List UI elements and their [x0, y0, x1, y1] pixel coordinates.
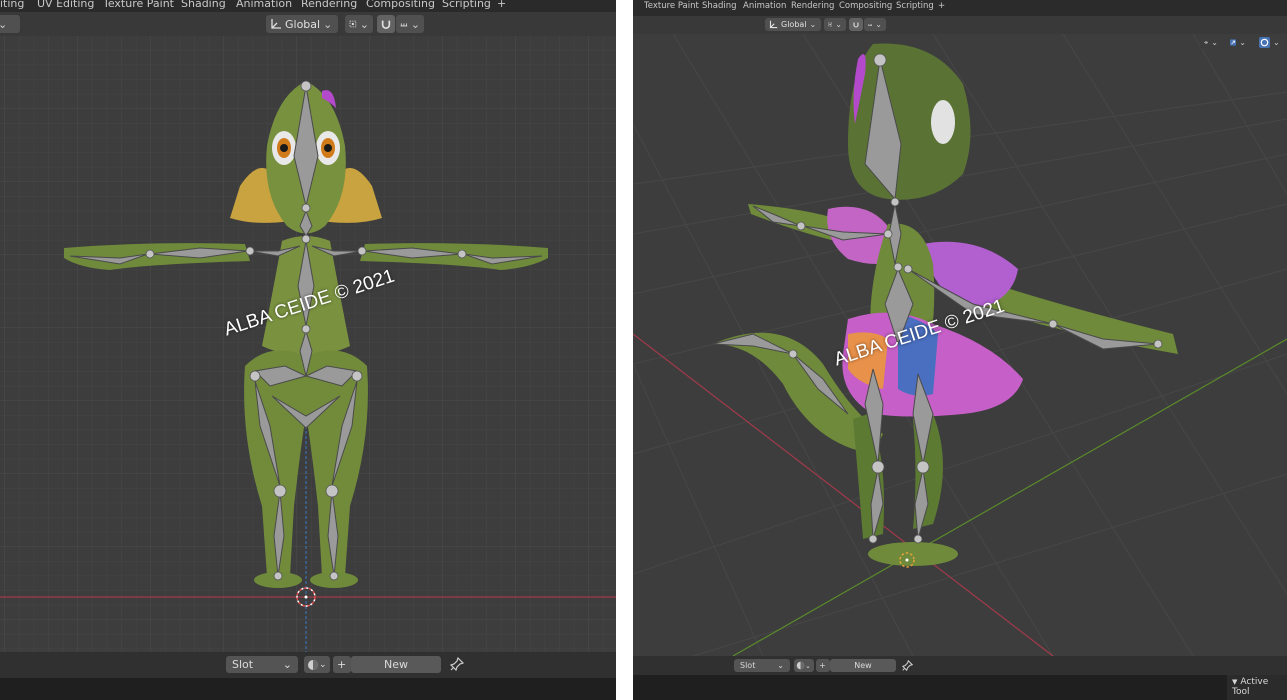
gizmo-dropdown[interactable]: ⌄ — [1226, 36, 1250, 49]
new-material-button[interactable]: New — [351, 656, 441, 673]
visibility-eye-icon — [1204, 41, 1209, 44]
orientation-label: Global — [285, 17, 321, 31]
pivot-point-icon — [828, 22, 833, 27]
perspective-view-scene — [633, 34, 1287, 656]
transform-orientation-dropdown[interactable]: Global ⌄ — [765, 18, 821, 31]
chevron-down-icon: ⌄ — [875, 20, 882, 29]
new-material-plus-button[interactable]: + — [333, 656, 351, 673]
snap-increment-icon — [400, 23, 408, 27]
new-button-label: New — [854, 661, 872, 670]
plus-icon: + — [337, 658, 347, 671]
3d-viewport-perspective[interactable]: ALBA CEIDE © 2021 ⌄ ⌄ ⌄ — [633, 34, 1287, 656]
pivot-point-dropdown[interactable]: ⌄ — [824, 18, 846, 31]
pin-icon[interactable] — [450, 657, 464, 671]
snap-increment-dropdown[interactable]: ⌄ — [396, 15, 424, 33]
chevron-down-icon: ⌄ — [0, 17, 8, 31]
status-strip — [633, 675, 1287, 700]
orientation-label: Global — [781, 20, 807, 29]
overlay-dropdown[interactable]: ⌄ — [1255, 36, 1287, 49]
chevron-down-icon: ⌄ — [805, 661, 811, 670]
tab-compositing[interactable]: Compositing — [366, 0, 435, 9]
viewport-header: ⌄ Global ⌄ ⌄ ⌄ — [0, 12, 616, 36]
right-blender-window: Texture Paint Shading Animation Renderin… — [633, 0, 1287, 700]
material-browse-button[interactable]: ⌄ — [304, 656, 330, 673]
axis-orientation-icon — [271, 19, 281, 29]
tab-animation[interactable]: Animation — [236, 0, 292, 9]
plus-icon: + — [819, 661, 826, 670]
pin-icon[interactable] — [902, 660, 913, 671]
chevron-down-icon: ⌄ — [809, 20, 817, 29]
chevron-down-icon: ⌄ — [323, 17, 333, 31]
viewport-header: Global ⌄ ⌄ ⌄ — [633, 16, 1287, 34]
tab-shading[interactable]: Shading — [181, 0, 226, 9]
tab-shading[interactable]: Shading — [702, 2, 737, 11]
visibility-dropdown[interactable]: ⌄ — [1200, 36, 1222, 49]
workspace-tabs: iting UV Editing Texture Paint Shading A… — [0, 0, 616, 12]
chevron-down-icon: ⌄ — [282, 658, 292, 671]
material-sphere-icon — [308, 659, 318, 670]
workspace-tabs: Texture Paint Shading Animation Renderin… — [633, 0, 1287, 16]
disclosure-triangle-icon: ▼ — [1232, 678, 1238, 686]
add-workspace-button[interactable]: + — [497, 0, 506, 9]
new-material-button[interactable]: New — [830, 659, 896, 672]
snap-increment-icon — [868, 24, 872, 26]
tab-compositing[interactable]: Compositing — [839, 2, 892, 11]
pivot-point-dropdown[interactable]: ⌄ — [345, 15, 373, 33]
snap-toggle[interactable] — [849, 18, 863, 31]
chevron-down-icon: ⌄ — [777, 661, 784, 670]
status-strip — [0, 678, 616, 700]
left-blender-window: iting UV Editing Texture Paint Shading A… — [0, 0, 616, 700]
chevron-down-icon: ⌄ — [1273, 38, 1280, 47]
tab-uv-editing[interactable]: UV Editing — [37, 0, 94, 9]
tab-rendering[interactable]: Rendering — [301, 0, 357, 9]
add-workspace-button[interactable]: + — [938, 2, 945, 11]
new-material-plus-button[interactable]: + — [816, 659, 830, 672]
material-slot-bar: Slot ⌄ ⌄ + New — [0, 652, 616, 678]
material-browse-button[interactable]: ⌄ — [794, 659, 814, 672]
slot-dropdown[interactable]: Slot ⌄ — [734, 659, 790, 672]
tab-rendering[interactable]: Rendering — [791, 2, 834, 11]
front-view-scene — [0, 36, 616, 652]
axis-orientation-icon — [769, 20, 778, 29]
new-button-label: New — [384, 658, 408, 671]
snap-toggle[interactable] — [377, 15, 395, 33]
overlay-icon — [1259, 37, 1270, 48]
transform-orientation-dropdown[interactable]: Global ⌄ — [266, 15, 338, 33]
material-slot-bar: Slot ⌄ ⌄ + New — [633, 656, 1287, 675]
tab-scripting[interactable]: Scripting — [442, 0, 491, 9]
tab-scripting[interactable]: Scripting — [896, 2, 934, 11]
editor-menu-button[interactable]: ⌄ — [0, 15, 20, 33]
snap-magnet-icon — [381, 20, 391, 29]
active-tool-panel-header[interactable]: ▼ Active Tool — [1227, 675, 1287, 700]
snap-magnet-icon — [853, 22, 859, 28]
tab-texture-paint[interactable]: Texture Paint — [644, 2, 699, 11]
chevron-down-icon: ⌄ — [1239, 38, 1246, 47]
chevron-down-icon: ⌄ — [835, 20, 842, 29]
slot-label: Slot — [740, 661, 756, 670]
slot-label: Slot — [232, 658, 254, 671]
chevron-down-icon: ⌄ — [1211, 38, 1218, 47]
chevron-down-icon: ⌄ — [359, 17, 369, 31]
tab-animation[interactable]: Animation — [743, 2, 786, 11]
active-tool-label: Active Tool — [1232, 677, 1269, 697]
gizmo-icon — [1230, 39, 1237, 46]
tab-layout[interactable]: iting — [0, 0, 24, 9]
material-sphere-icon — [796, 661, 805, 670]
chevron-down-icon: ⌄ — [410, 17, 420, 31]
3d-viewport-front[interactable]: ALBA CEIDE © 2021 — [0, 36, 616, 652]
pivot-point-icon — [349, 20, 357, 28]
snap-increment-dropdown[interactable]: ⌄ — [864, 18, 886, 31]
chevron-down-icon: ⌄ — [319, 659, 327, 670]
slot-dropdown[interactable]: Slot ⌄ — [226, 656, 298, 673]
tab-texture-paint[interactable]: Texture Paint — [103, 0, 174, 9]
